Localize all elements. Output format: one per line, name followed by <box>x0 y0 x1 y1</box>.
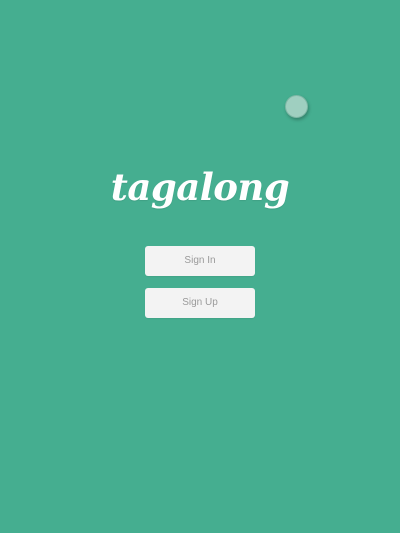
sign-in-button[interactable]: Sign In <box>145 246 255 276</box>
sign-up-button[interactable]: Sign Up <box>145 288 255 318</box>
welcome-screen: tagalong Sign In Sign Up <box>0 0 400 533</box>
app-logo: tagalong <box>110 165 290 209</box>
touch-indicator-icon <box>285 95 308 118</box>
